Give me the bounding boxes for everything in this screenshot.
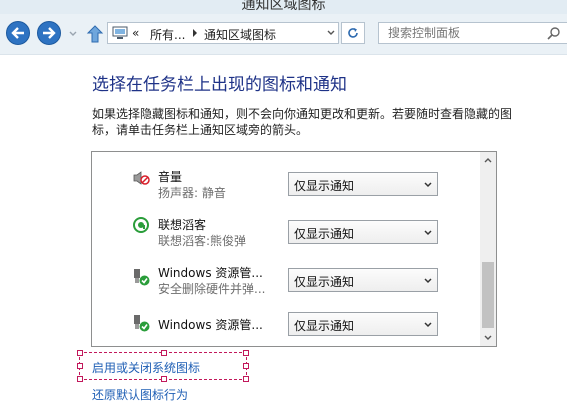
vertical-scrollbar[interactable] (480, 152, 496, 346)
arrow-right-icon (43, 27, 56, 39)
toggle-system-icons-link[interactable]: 启用或关闭系统图标 (77, 350, 249, 382)
list-item-explorer-safe-remove: Windows 资源管... 安全删除硬件并弹... 仅显示通知 (92, 262, 482, 302)
chevron-down-icon (424, 322, 432, 328)
behavior-select[interactable]: 仅显示通知 (288, 268, 438, 292)
behavior-select[interactable]: 仅显示通知 (288, 312, 438, 336)
behavior-select-value: 仅显示通知 (294, 275, 355, 289)
usb-safe-remove-icon (134, 269, 150, 286)
behavior-select-value: 仅显示通知 (294, 319, 355, 333)
address-bar[interactable]: « 所有... 通知区域图标 (107, 22, 339, 44)
chevron-down-icon (424, 182, 432, 188)
search-icon[interactable] (547, 26, 561, 40)
control-panel-icon (112, 26, 128, 39)
selection-handle (161, 376, 167, 382)
item-subtitle: 扬声器: 静音 (158, 186, 226, 200)
restore-default-behavior-link[interactable]: 还原默认图标行为 (92, 386, 188, 403)
item-name: 音量 (158, 170, 183, 184)
address-overflow[interactable]: « (132, 26, 139, 40)
list-item-explorer-safe-remove-2: Windows 资源管... 仅显示通知 (92, 308, 482, 346)
item-name: Windows 资源管... (158, 266, 263, 280)
breadcrumb-separator-icon[interactable] (192, 28, 198, 38)
back-button[interactable] (6, 21, 30, 45)
forward-button[interactable] (37, 21, 61, 45)
behavior-select[interactable]: 仅显示通知 (288, 220, 438, 244)
search-input[interactable] (379, 23, 548, 43)
list-item-volume: 音量 扬声器: 静音 仅显示通知 (92, 166, 482, 206)
item-name: 联想滔客 (158, 218, 207, 232)
behavior-select-value: 仅显示通知 (294, 179, 355, 193)
behavior-select-value: 仅显示通知 (294, 227, 355, 241)
list-item-lenovo-chat: 联想滔客 联想滔客:熊俊弹 仅显示通知 (92, 214, 482, 254)
speaker-muted-icon (133, 171, 150, 185)
item-name: Windows 资源管... (158, 318, 263, 332)
selection-handle (243, 376, 249, 382)
toggle-system-icons-label[interactable]: 启用或关闭系统图标 (92, 359, 200, 376)
item-subtitle: 安全删除硬件并弹... (158, 282, 266, 296)
item-subtitle: 联想滔客:熊俊弹 (158, 234, 247, 248)
selection-handle (77, 363, 83, 369)
address-history-dropdown-icon[interactable] (327, 30, 335, 36)
behavior-select[interactable]: 仅显示通知 (288, 172, 438, 196)
page-description: 如果选择隐藏图标和通知，则不会向你通知更改和更新。若要随时查看隐藏的图标，请单击… (92, 107, 513, 137)
navigation-bar: « 所有... 通知区域图标 (0, 14, 567, 55)
usb-safe-remove-icon (134, 315, 150, 332)
arrow-left-icon (11, 27, 24, 39)
breadcrumb-all-items[interactable]: 所有... (150, 26, 185, 43)
chevron-down-icon (424, 230, 432, 236)
up-level-icon[interactable] (86, 24, 104, 44)
selection-handle (77, 350, 83, 356)
chevron-up-icon (484, 158, 492, 163)
breadcrumb-notification-icons[interactable]: 通知区域图标 (204, 26, 276, 43)
selection-handle (243, 363, 249, 369)
refresh-button[interactable] (341, 22, 365, 44)
window-title: 通知区域图标 (241, 0, 326, 13)
lenovo-chat-icon (133, 217, 149, 233)
search-box[interactable] (378, 22, 567, 44)
selection-handle (243, 350, 249, 356)
selection-handle (161, 350, 167, 356)
page-title: 选择在任务栏上出现的图标和通知 (92, 75, 347, 95)
refresh-icon (348, 28, 358, 38)
recent-pages-dropdown-icon[interactable] (69, 30, 77, 38)
notification-icon-list[interactable]: 音量 扬声器: 静音 仅显示通知 联想滔客 联想滔客:熊俊弹 仅显示通知 Win… (91, 151, 497, 347)
scroll-up-button[interactable] (480, 152, 496, 168)
selection-handle (77, 376, 83, 382)
window-title-bar: 通知区域图标 (0, 0, 567, 14)
chevron-down-icon (424, 278, 432, 284)
chevron-down-icon (484, 335, 492, 340)
scroll-thumb[interactable] (482, 262, 494, 328)
scroll-down-button[interactable] (480, 330, 496, 346)
